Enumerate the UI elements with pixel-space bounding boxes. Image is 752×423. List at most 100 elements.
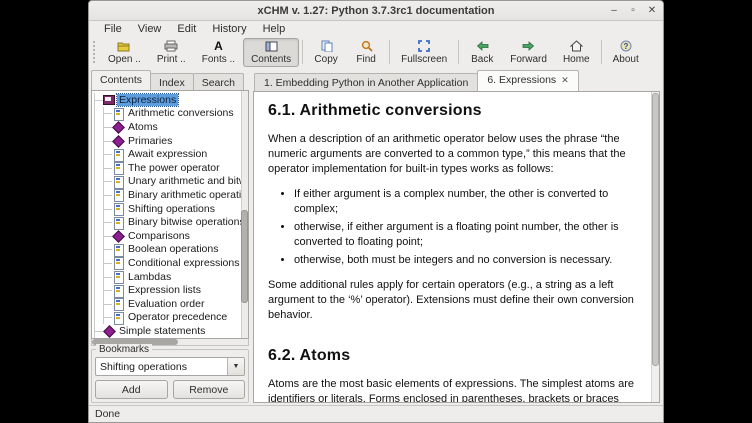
toolbar-drag-handle[interactable] (93, 41, 98, 63)
forward-arrow-icon (522, 40, 535, 53)
tab-embedding-python[interactable]: 1. Embedding Python in Another Applicati… (254, 73, 478, 91)
contents-button-label: Contents (251, 54, 291, 65)
about-button[interactable]: ? About (605, 38, 647, 67)
tree-item-expressions[interactable]: Expressions (94, 93, 248, 107)
window-title: xCHM v. 1.27: Python 3.7.3rc1 documentat… (89, 5, 663, 17)
page-icon (112, 244, 123, 255)
status-bar: Done (89, 405, 663, 422)
menu-edit[interactable]: Edit (170, 22, 203, 36)
tab-expressions[interactable]: 6. Expressions✕ (477, 70, 578, 91)
find-button[interactable]: Find (346, 38, 386, 67)
find-icon (360, 40, 373, 53)
bookmarks-dropdown[interactable]: Shifting operations ▼ (95, 357, 245, 376)
tree-item-power-operator[interactable]: The power operator (94, 161, 248, 175)
fonts-button-label: Fonts .. (202, 54, 235, 65)
bullet-item: If either argument is a complex number, … (294, 187, 637, 217)
tree-item-comparisons[interactable]: Comparisons (94, 229, 248, 243)
copy-button-label: Copy (314, 54, 337, 65)
bullet-item: otherwise, both must be integers and no … (294, 253, 637, 268)
tab-search[interactable]: Search (193, 73, 244, 90)
menu-help[interactable]: Help (256, 22, 293, 36)
copy-button[interactable]: Copy (306, 38, 346, 67)
tree-item-binary-arithmetic[interactable]: Binary arithmetic operation (94, 188, 248, 202)
home-button[interactable]: Home (555, 38, 598, 67)
title-bar[interactable]: xCHM v. 1.27: Python 3.7.3rc1 documentat… (89, 1, 663, 21)
copy-icon (320, 40, 333, 53)
tab-close-icon[interactable]: ✕ (561, 75, 569, 85)
fonts-button[interactable]: A Fonts .. (194, 38, 243, 67)
print-button[interactable]: Print .. (149, 38, 194, 67)
sidebar: Contents Index Search Expressions Arithm… (91, 70, 249, 403)
printer-icon (164, 40, 178, 53)
tree-item-unary-arithmetic[interactable]: Unary arithmetic and bitwis (94, 175, 248, 189)
document-view: 6.1. Arithmetic conversions When a descr… (253, 91, 660, 403)
contents-button[interactable]: Contents (243, 38, 299, 67)
home-icon (570, 40, 583, 53)
tree-item-boolean-operations[interactable]: Boolean operations (94, 243, 248, 257)
book-icon (112, 121, 123, 132)
toolbar-separator (601, 40, 602, 64)
maximize-button[interactable]: ▫ (628, 1, 638, 21)
document-vertical-scrollbar[interactable] (651, 92, 659, 402)
close-button[interactable]: ✕ (647, 1, 657, 21)
page-icon (112, 298, 123, 309)
section-heading-61: 6.1. Arithmetic conversions (268, 102, 637, 120)
tree-vertical-scrollbar-thumb[interactable] (241, 210, 248, 304)
contents-tree: Expressions Arithmetic conversions Atoms (91, 90, 249, 339)
tree-item-arithmetic-conversions[interactable]: Arithmetic conversions (94, 107, 248, 121)
forward-button[interactable]: Forward (502, 38, 555, 67)
tree-item-primaries[interactable]: Primaries (94, 134, 248, 148)
menu-file[interactable]: File (97, 22, 129, 36)
back-button[interactable]: Back (462, 38, 502, 67)
fullscreen-button[interactable]: Fullscreen (393, 38, 455, 67)
home-button-label: Home (563, 54, 590, 65)
page-icon (112, 176, 123, 187)
back-button-label: Back (471, 54, 493, 65)
tree-item-expression-lists[interactable]: Expression lists (94, 283, 248, 297)
tree-item-lambdas[interactable]: Lambdas (94, 270, 248, 284)
paragraph: When a description of an arithmetic oper… (268, 132, 637, 177)
open-button[interactable]: Open .. (100, 38, 149, 67)
tree-item-simple-statements[interactable]: Simple statements (94, 324, 248, 338)
main-area: Contents Index Search Expressions Arithm… (89, 68, 663, 405)
toolbar-separator (458, 40, 459, 64)
toolbar-separator (302, 40, 303, 64)
bookmark-remove-button[interactable]: Remove (173, 380, 246, 399)
page-icon (112, 312, 123, 323)
paragraph: Atoms are the most basic elements of exp… (268, 377, 637, 403)
minimize-button[interactable]: – (609, 1, 619, 21)
back-arrow-icon (476, 40, 489, 53)
tab-index[interactable]: Index (150, 73, 194, 90)
chevron-down-icon[interactable]: ▼ (227, 358, 244, 375)
tree-item-evaluation-order[interactable]: Evaluation order (94, 297, 248, 311)
page-icon (112, 162, 123, 173)
find-button-label: Find (356, 54, 375, 65)
bullet-list: If either argument is a complex number, … (294, 187, 637, 268)
forward-button-label: Forward (510, 54, 547, 65)
page-icon (112, 189, 123, 200)
about-button-label: About (613, 54, 639, 65)
tree-item-conditional-expressions[interactable]: Conditional expressions (94, 256, 248, 270)
book-icon (103, 325, 114, 336)
page-icon (112, 271, 123, 282)
tree-vertical-scrollbar[interactable] (241, 91, 248, 338)
print-button-label: Print .. (157, 54, 186, 65)
tab-contents[interactable]: Contents (91, 70, 151, 90)
window-controls: – ▫ ✕ (609, 1, 657, 21)
about-icon: ? (620, 40, 632, 53)
section-heading-62: 6.2. Atoms (268, 347, 637, 365)
bookmarks-dropdown-value: Shifting operations (96, 361, 227, 373)
desktop-background: xCHM v. 1.27: Python 3.7.3rc1 documentat… (0, 0, 752, 423)
book-icon (112, 135, 123, 146)
menu-history[interactable]: History (205, 22, 253, 36)
bookmark-add-button[interactable]: Add (95, 380, 168, 399)
tree-item-atoms[interactable]: Atoms (94, 120, 248, 134)
tree-item-await-expression[interactable]: Await expression (94, 147, 248, 161)
menu-view[interactable]: View (131, 22, 169, 36)
document-vertical-scrollbar-thumb[interactable] (652, 93, 659, 366)
tree-item-operator-precedence[interactable]: Operator precedence (94, 311, 248, 325)
toolbar: Open .. Print .. A Fonts .. Contents (89, 37, 663, 68)
page-icon (112, 257, 123, 268)
tree-item-shifting-operations[interactable]: Shifting operations (94, 202, 248, 216)
tree-item-binary-bitwise[interactable]: Binary bitwise operations (94, 215, 248, 229)
